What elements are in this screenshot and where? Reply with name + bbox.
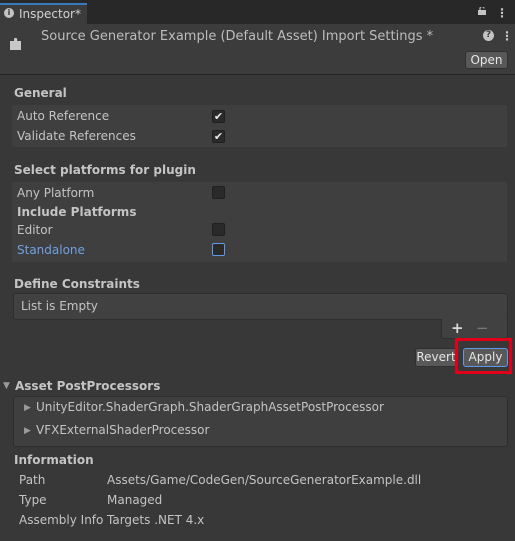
foldout-down-icon[interactable]: ▼ [3, 381, 10, 391]
plugin-icon [10, 37, 21, 50]
info-value-path: Assets/Game/CodeGen/SourceGeneratorExamp… [107, 473, 422, 487]
any-platform-checkbox[interactable] [212, 186, 225, 199]
info-value-type: Managed [107, 493, 163, 507]
chevron-right-icon[interactable]: ▶ [24, 403, 31, 413]
page-title: Source Generator Example (Default Asset)… [41, 29, 434, 44]
tab-title: Inspector* [19, 7, 81, 21]
editor-checkbox[interactable] [212, 223, 225, 236]
info-icon: i [4, 8, 14, 18]
auto-reference-label: Auto Reference [17, 109, 110, 123]
remove-constraint-button[interactable]: − [476, 319, 489, 337]
platforms-section-title: Select platforms for plugin [14, 163, 196, 177]
info-key-path: Path [19, 473, 46, 487]
tab-inspector[interactable]: i Inspector* [0, 3, 87, 24]
open-button[interactable]: Open [465, 51, 508, 69]
lock-icon[interactable] [477, 7, 487, 15]
define-constraints-title: Define Constraints [14, 277, 140, 291]
info-key-assembly: Assembly Info [19, 513, 104, 527]
standalone-checkbox[interactable] [212, 243, 225, 256]
standalone-label[interactable]: Standalone [17, 243, 85, 257]
validate-references-checkbox[interactable]: ✔ [212, 130, 225, 143]
header-menu-icon[interactable]: ⋮ [501, 30, 513, 42]
any-platform-label: Any Platform [17, 186, 95, 200]
postprocessors-title[interactable]: Asset PostProcessors [15, 379, 160, 393]
revert-button[interactable]: Revert [415, 348, 457, 367]
chevron-right-icon[interactable]: ▶ [24, 426, 31, 436]
editor-label: Editor [17, 223, 53, 237]
info-key-type: Type [19, 493, 47, 507]
tab-menu-icon[interactable]: ⋮ [496, 7, 508, 19]
add-constraint-button[interactable]: + [451, 319, 464, 337]
auto-reference-checkbox[interactable]: ✔ [212, 110, 225, 123]
info-value-assembly: Targets .NET 4.x [107, 513, 205, 527]
postprocessor-item[interactable]: VFXExternalShaderProcessor [36, 423, 209, 437]
highlight-box [455, 338, 512, 374]
general-section-title: General [14, 86, 67, 100]
validate-references-label: Validate References [17, 129, 136, 143]
include-platforms-title: Include Platforms [17, 205, 137, 219]
list-empty-text: List is Empty [21, 299, 98, 313]
help-icon[interactable]: ? [483, 30, 494, 41]
information-title: Information [14, 453, 94, 467]
postprocessor-item[interactable]: UnityEditor.ShaderGraph.ShaderGraphAsset… [36, 400, 384, 414]
